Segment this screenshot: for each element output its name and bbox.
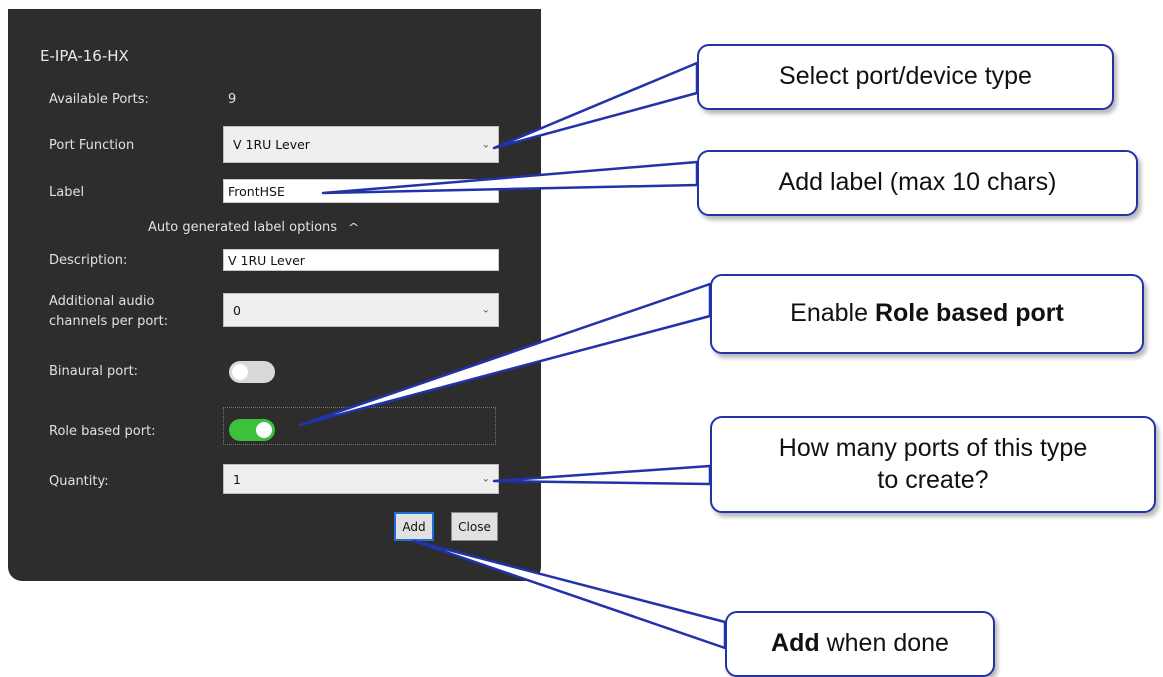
- callout-quantity-line1: How many ports of this type: [778, 434, 1088, 463]
- callout-quantity: How many ports of this type to create?: [710, 416, 1156, 513]
- pointer-add-done: [412, 539, 727, 650]
- callout-add-done-bold: Add: [771, 629, 820, 658]
- pointer-quantity: [492, 464, 712, 486]
- callout-add-done-suffix: when done: [819, 629, 949, 658]
- pointer-role-based: [298, 282, 712, 427]
- callout-add-label-text: Add label (max 10 chars): [778, 168, 1057, 197]
- callout-select-type: Select port/device type: [697, 44, 1114, 110]
- pointer-select-type: [492, 61, 699, 150]
- callout-role-bold: Role based port: [874, 299, 1064, 328]
- callout-add-label: Add label (max 10 chars): [697, 150, 1138, 216]
- callout-select-type-text: Select port/device type: [779, 62, 1032, 91]
- callout-add-done: Add when done: [725, 611, 995, 677]
- callout-role-based: Enable Role based port: [710, 274, 1144, 354]
- callout-role-prefix: Enable: [790, 299, 875, 328]
- callout-quantity-line2: to create?: [877, 465, 989, 494]
- pointer-add-label: [321, 160, 699, 195]
